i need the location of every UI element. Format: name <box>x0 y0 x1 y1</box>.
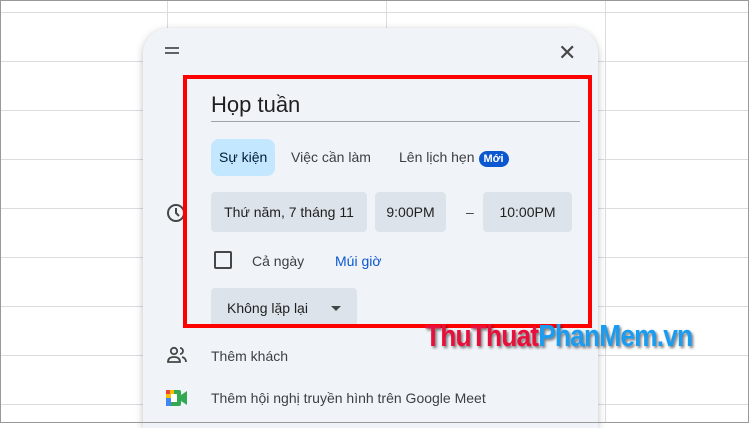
watermark-part: ThuThuat <box>425 318 539 353</box>
google-meet-icon <box>166 389 188 412</box>
highlight-box <box>183 75 592 328</box>
close-icon[interactable]: ✕ <box>558 42 576 64</box>
watermark-logo: ThuThuatPhanMem.vn <box>425 318 693 354</box>
watermark-part: PhanMem <box>538 318 657 353</box>
drag-handle-icon[interactable] <box>165 47 179 54</box>
grid-line <box>605 0 606 423</box>
add-guests-button[interactable]: Thêm khách <box>211 348 288 364</box>
add-google-meet-button[interactable]: Thêm hội nghị truyền hình trên Google Me… <box>211 390 486 406</box>
people-icon <box>167 346 187 369</box>
watermark-part: .vn <box>656 318 693 353</box>
